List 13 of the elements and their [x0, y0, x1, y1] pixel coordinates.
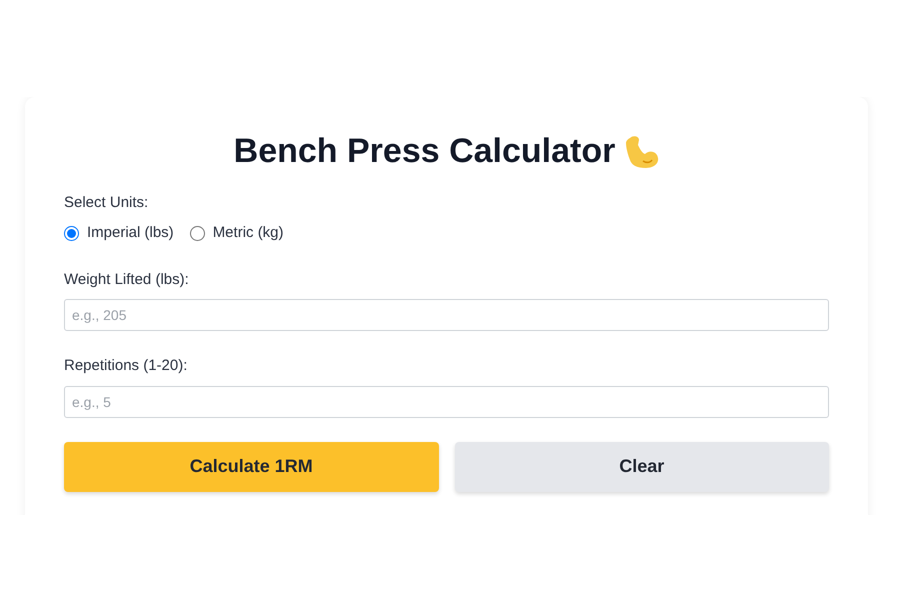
unit-option-label[interactable]: Metric (kg) [212, 222, 284, 245]
page-title: Bench Press Calculator [234, 131, 616, 172]
input-field[interactable]: e.g., 205 [64, 299, 829, 332]
unit-option-label[interactable]: Imperial (lbs) [87, 222, 174, 245]
field-label: Repetitions (1-20): [64, 356, 188, 376]
units-label: Select Units: [64, 192, 150, 213]
calculate-button[interactable]: Calculate 1RM [64, 442, 438, 492]
unit-radio[interactable] [190, 226, 205, 242]
input-field[interactable]: e.g., 5 [64, 386, 829, 418]
clear-button[interactable]: Clear [454, 442, 829, 492]
field-label: Weight Lifted (lbs): [64, 270, 190, 290]
unit-radio[interactable] [64, 226, 79, 242]
flexed-arm-icon [623, 134, 660, 170]
